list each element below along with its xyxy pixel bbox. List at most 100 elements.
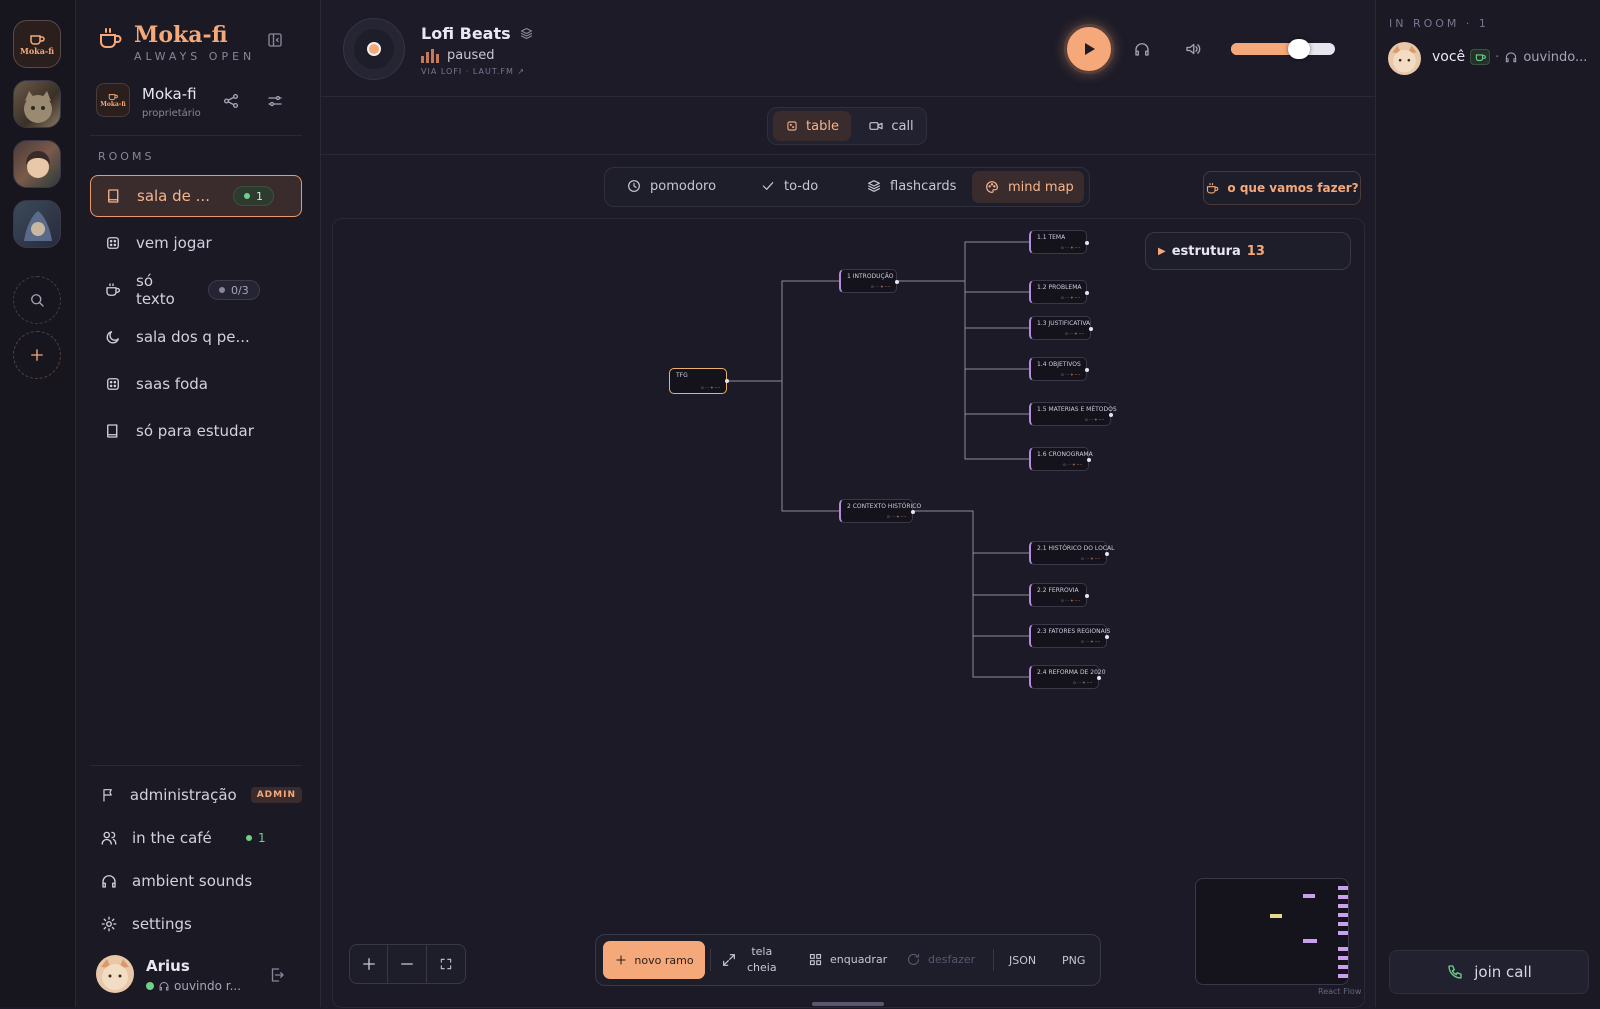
server-avatar-anime[interactable] [13,140,61,188]
node-root[interactable]: TFG ⊙ ··· + ···· [669,368,729,394]
room-item-sala-dos-q-pe[interactable]: sala dos q pe... [90,316,302,358]
cafe-online-count: 1 [246,831,266,845]
server-moka-fi[interactable]: Moka-fi [13,20,61,68]
online-dot [246,835,252,841]
tool-pomodoro[interactable]: pomodoro [626,178,716,194]
node-leaf-2-4[interactable]: 2.4 REFORMA DE 2020 ⊙ ··· + ···· [1029,665,1106,689]
plus-icon [616,955,627,965]
room-item-so-para-estudar[interactable]: só para estudar [90,410,302,452]
node-leaf-1-4[interactable]: 1.4 OBJETIVOS ⊙ ··· + ···· [1029,357,1089,381]
node-handle[interactable] [1097,676,1101,680]
export-json-button[interactable]: JSON [1009,954,1036,967]
room-item-sala-de[interactable]: sala de ... 1 [90,175,302,217]
edge-b2-l1 [911,510,1030,554]
node-handle[interactable] [911,510,915,514]
collapse-sidebar-button[interactable] [266,31,284,49]
nav-administracao[interactable]: administração ADMIN [90,777,302,813]
search-servers-button[interactable] [13,276,61,324]
add-server-button[interactable] [13,331,61,379]
room-item-saas-foda[interactable]: saas foda [90,363,302,405]
node-meta: ⊙ ··· + ···· [1081,556,1100,561]
node-leaf-1-1[interactable]: 1.1 TEMA ⊙ ··· + ···· [1029,230,1089,254]
volume-slider[interactable] [1231,39,1335,59]
vinyl-disc[interactable] [343,18,405,80]
node-handle[interactable] [1105,552,1109,556]
volume-thumb[interactable] [1287,39,1310,59]
listen-button[interactable] [1133,40,1151,58]
node-handle[interactable] [1085,368,1089,372]
zoom-in-button[interactable] [350,945,389,983]
node-label: 2.3 FATORES REGIONAIS [1037,628,1111,635]
mind-map-canvas[interactable]: TFG ⊙ ··· + ···· 1 INTRODUÇÃO ⊙ ··· + ··… [332,218,1365,1008]
nav-label: settings [132,915,192,933]
source-link[interactable]: LOFI · LAUT.FM ↗ [441,67,525,76]
tab-call[interactable]: call [861,111,921,141]
room-label: sala de ... [137,187,210,205]
brand: Moka-fi ALWAYS OPEN [98,22,255,63]
fullscreen-button[interactable]: tela cheia [721,944,777,976]
layers-icon[interactable] [519,26,534,41]
tool-flashcards[interactable]: flashcards [866,178,956,194]
badge-count: 1 [256,189,263,203]
node-handle[interactable] [1087,458,1091,462]
tool-todo[interactable]: to-do [760,178,818,194]
fit-view-button[interactable] [427,945,465,983]
nav-ambient-sounds[interactable]: ambient sounds [90,863,302,899]
toolbar-divider [993,949,994,971]
node-handle[interactable] [1085,241,1089,245]
node-leaf-2-3[interactable]: 2.3 FATORES REGIONAIS ⊙ ··· + ···· [1029,624,1111,648]
gear-icon [101,916,117,932]
node-leaf-2-2[interactable]: 2.2 FERROVIA ⊙ ··· + ···· [1029,583,1089,607]
tab-table[interactable]: table [773,111,851,141]
tool-mind-map[interactable]: mind map [972,171,1084,203]
room-item-so-texto[interactable]: só texto 0/3 [90,269,302,311]
track-source[interactable]: VIA LOFI · LAUT.FM ↗ [421,67,525,76]
react-flow-attribution[interactable]: React Flow [1318,987,1361,996]
node-handle[interactable] [1085,291,1089,295]
scroll-indicator[interactable] [812,1002,884,1006]
node-handle[interactable] [1105,635,1109,639]
zoom-out-button[interactable] [388,945,427,983]
node-leaf-2-1[interactable]: 2.1 HISTÓRICO DO LOCAL ⊙ ··· + ···· [1029,541,1114,565]
new-branch-button[interactable]: novo ramo [603,941,705,979]
node-branch-1[interactable]: 1 INTRODUÇÃO ⊙ ··· + ···· [839,269,899,293]
server-avatar-cat[interactable] [13,80,61,128]
play-button[interactable] [1064,24,1114,74]
member-row[interactable]: você · ouvindo... [1388,42,1593,76]
join-call-button[interactable]: join call [1389,950,1589,994]
node-handle[interactable] [1109,413,1113,417]
node-leaf-1-2[interactable]: 1.2 PROBLEMA ⊙ ··· + ···· [1029,280,1089,304]
fit-button[interactable]: enquadrar [808,952,887,967]
node-handle[interactable] [725,379,729,383]
node-label: 1.3 JUSTIFICATIVA [1037,320,1091,327]
sidebar: Moka-fi ALWAYS OPEN Moka-fi Moka-fi prop… [76,0,321,1007]
node-leaf-1-3[interactable]: 1.3 JUSTIFICATIVA ⊙ ··· + ···· [1029,316,1093,340]
room-item-vem-jogar[interactable]: vem jogar [90,222,302,264]
structure-panel[interactable]: ▶ estrutura 13 [1145,232,1351,270]
node-branch-2[interactable]: 2 CONTEXTO HISTÓRICO ⊙ ··· + ···· [839,499,921,523]
node-leaf-1-6[interactable]: 1.6 CRONOGRAMA ⊙ ··· + ···· [1029,447,1093,471]
undo-button[interactable]: desfazer [906,952,975,967]
minimap[interactable] [1195,878,1349,985]
node-meta-add: + ···· [1090,639,1100,644]
server-settings-button[interactable] [266,92,284,110]
node-leaf-1-5[interactable]: 1.5 MATERIAS E MÉTODOS ⊙ ··· + ···· [1029,402,1117,426]
fullscreen-label: tela cheia [747,944,777,976]
share-button[interactable] [222,92,240,110]
room-occupancy-badge: 0/3 [208,280,260,300]
nav-settings[interactable]: settings [90,906,302,942]
headphones-icon [1135,43,1149,56]
what-to-do-button[interactable]: o que vamos fazer? [1203,171,1361,205]
node-handle[interactable] [895,280,899,284]
nav-in-the-cafe[interactable]: in the café 1 [90,820,302,856]
server-avatar-wizard[interactable] [13,200,61,248]
volume-button[interactable] [1184,40,1202,58]
edge-b1-l4 [964,328,1030,370]
export-png-button[interactable]: PNG [1062,954,1085,967]
node-label: 2.1 HISTÓRICO DO LOCAL [1037,545,1115,552]
node-handle[interactable] [1089,327,1093,331]
node-label: 1.6 CRONOGRAMA [1037,451,1093,458]
node-handle[interactable] [1085,594,1089,598]
logout-button[interactable] [268,966,286,984]
node-meta: ⊙ ··· + ···· [1063,462,1082,467]
